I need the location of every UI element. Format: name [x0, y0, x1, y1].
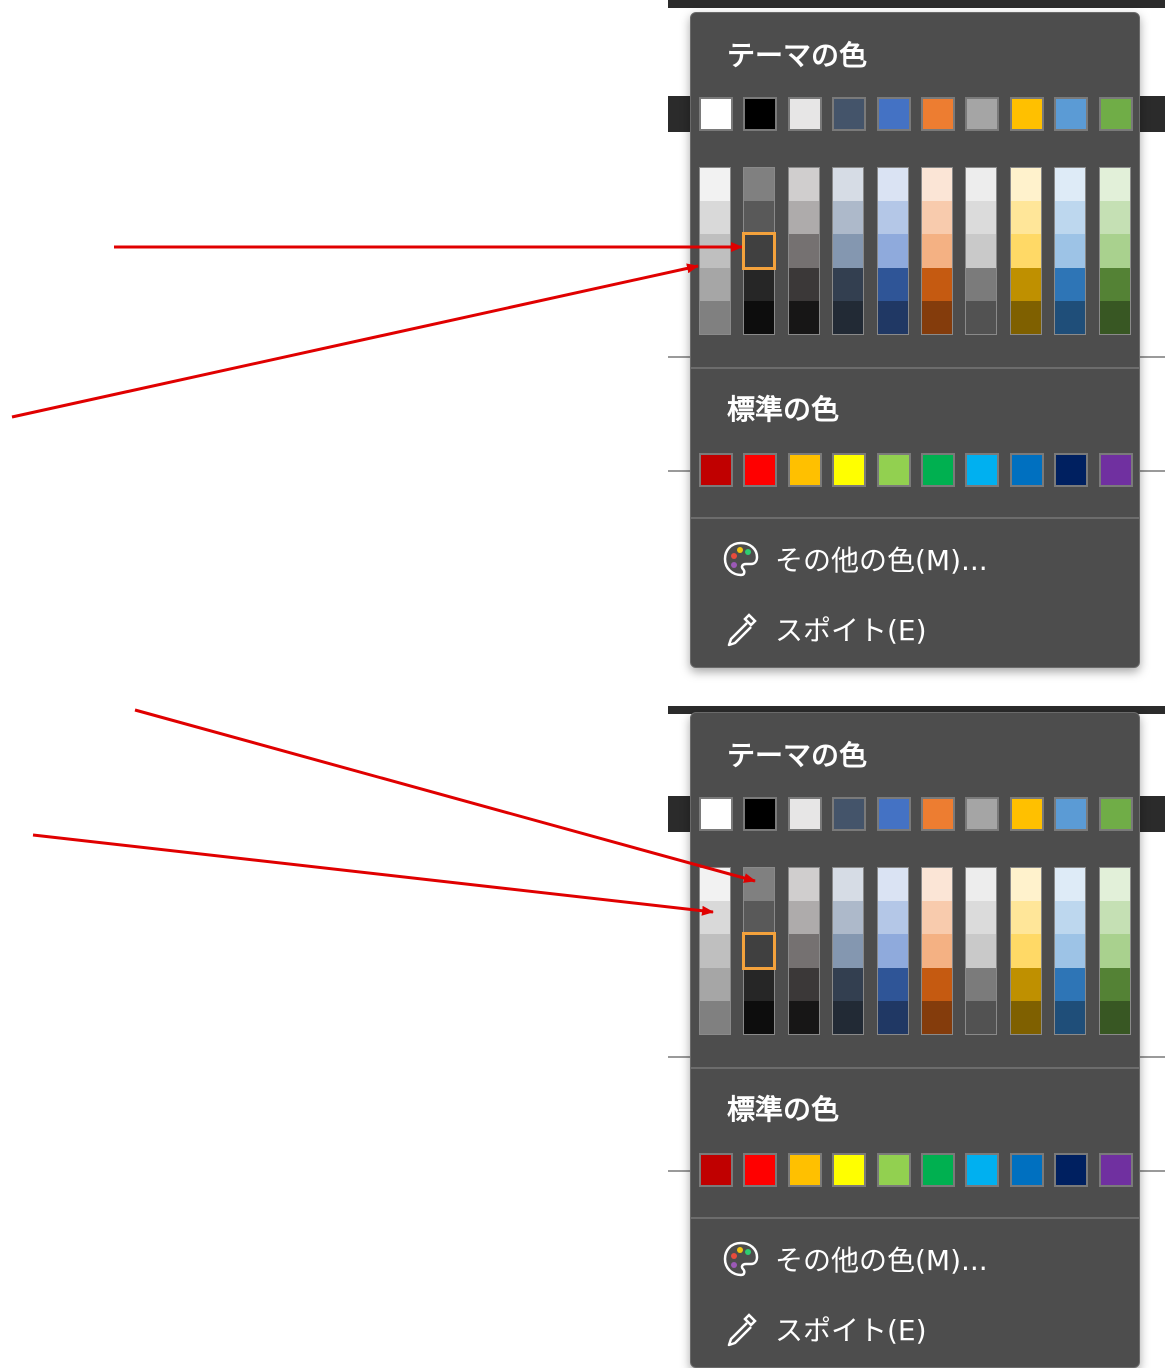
annotation-arrow — [134, 708, 756, 883]
theme-shade-swatch-selected[interactable] — [742, 932, 776, 970]
annotation-arrow — [32, 833, 714, 916]
theme-shade-swatch-selected[interactable] — [742, 232, 776, 270]
annotation-arrows — [11, 242, 756, 916]
annotation-arrow — [11, 263, 699, 419]
